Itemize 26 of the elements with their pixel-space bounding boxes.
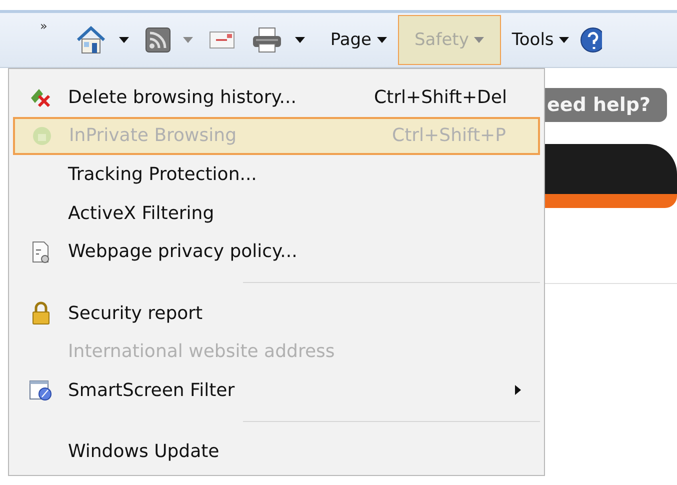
menu-item[interactable]: Webpage privacy policy... (13, 232, 540, 271)
inprivate-icon (31, 124, 53, 147)
envelope-icon[interactable] (209, 30, 236, 50)
help-icon[interactable] (580, 27, 602, 53)
help-button[interactable]: eed help? (545, 88, 667, 122)
menu-item[interactable]: Delete browsing history... Ctrl+Shift+Del (13, 78, 540, 117)
feed-icon[interactable] (145, 27, 172, 53)
home-icon[interactable] (75, 25, 108, 55)
caret-icon (558, 37, 569, 43)
shield-window-icon (28, 378, 54, 402)
caret-icon[interactable] (295, 37, 306, 43)
toolbar-menu-button[interactable]: Page (321, 15, 396, 65)
menu-item[interactable]: ActiveX Filtering (13, 194, 540, 232)
caret-icon[interactable] (119, 37, 130, 43)
submenu-arrow-icon (515, 385, 521, 396)
padlock-icon (30, 301, 52, 326)
overflow-chevron[interactable]: » (40, 19, 48, 33)
printer-icon[interactable] (251, 26, 284, 54)
toolbar-menu-button[interactable]: Tools (502, 15, 578, 65)
document-icon (30, 240, 52, 264)
menu-item[interactable]: Windows Update (13, 432, 540, 472)
caret-icon (474, 37, 484, 43)
caret-icon (376, 37, 386, 43)
menu-item[interactable]: SmartScreen Filter (13, 370, 540, 410)
menu-item[interactable]: Security report (13, 294, 540, 332)
menu-item[interactable]: Tracking Protection... (13, 155, 540, 194)
